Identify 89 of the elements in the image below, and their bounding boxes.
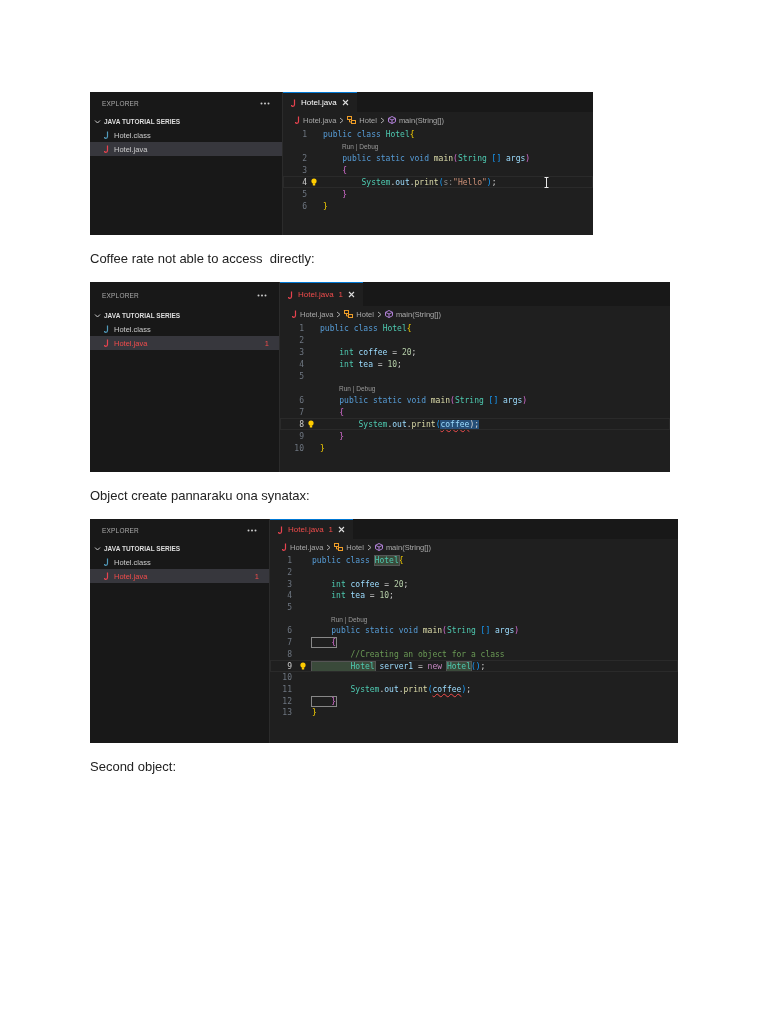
code-line: } (312, 696, 337, 706)
close-icon[interactable] (341, 99, 349, 106)
line-number: 12 (281, 696, 292, 706)
lightbulb-icon[interactable] (308, 420, 314, 428)
problem-count: 1 (328, 525, 334, 534)
line-number: 5 (286, 603, 292, 613)
line-number: 3 (298, 347, 304, 357)
line-number: 6 (298, 395, 304, 405)
line-number: 7 (286, 638, 292, 648)
code-line: int tea = 10; (338, 359, 402, 369)
line-number: 1 (286, 556, 292, 566)
caption-text: Second object: (90, 759, 177, 775)
line-number: 3 (286, 579, 292, 589)
line-number: 4 (301, 177, 307, 187)
code-line: } (312, 708, 317, 718)
caption-text: Object create pannaraku ona synatax: (90, 488, 311, 504)
line-number: 11 (281, 684, 292, 694)
more-icon[interactable] (247, 528, 257, 532)
code-line: public static void main(String [] args) (338, 395, 528, 405)
java-file-icon (288, 290, 293, 299)
class-icon (347, 116, 357, 124)
line-number: 2 (298, 335, 304, 345)
line-number: 3 (301, 165, 307, 175)
line-number: 8 (286, 649, 292, 659)
code-line: } (338, 431, 345, 441)
line-number: 10 (281, 673, 292, 683)
line-number: 2 (286, 568, 292, 578)
line-number: 6 (301, 201, 307, 211)
line-number: 5 (298, 371, 304, 381)
code-line: { (338, 407, 345, 417)
code-line: public static void main(String [] args) (341, 153, 531, 163)
editor-tab[interactable]: Hotel.java 1 (280, 282, 364, 306)
close-icon[interactable] (348, 291, 356, 298)
code-line: System.out.print(s:"Hello"); (360, 177, 497, 187)
java-file-icon (292, 310, 297, 318)
method-icon (384, 310, 393, 318)
line-number: 9 (298, 431, 304, 441)
code-line: int coffee = 20; (330, 579, 409, 589)
close-icon[interactable] (338, 526, 346, 533)
method-icon (387, 116, 396, 124)
line-number: 7 (298, 407, 304, 417)
code-line: { (312, 638, 337, 648)
chevron-icon (326, 543, 332, 551)
code-line: //Creating an object for a class (349, 649, 505, 659)
chevron-icon (339, 116, 345, 124)
line-number: 4 (286, 591, 292, 601)
code-line: public static void main(String [] args) (330, 626, 520, 636)
class-icon (344, 310, 354, 318)
more-icon[interactable] (260, 101, 270, 105)
code-line: Hotel server1 = new Hotel(); (312, 661, 486, 671)
line-number: 4 (298, 359, 304, 369)
code-line: public class Hotel{ (312, 556, 404, 566)
chevron-icon[interactable] (94, 544, 101, 552)
java-file-icon (295, 116, 300, 124)
code-line: } (320, 443, 325, 453)
editor-tab[interactable]: Hotel.java (283, 92, 357, 112)
code-line: { (341, 165, 348, 175)
chevron-icon (336, 310, 342, 318)
caption-text: Coffee rate not able to access directly: (90, 251, 316, 267)
code-line: int coffee = 20; (338, 347, 417, 357)
code-line: } (341, 189, 348, 199)
chevron-icon (379, 116, 385, 124)
code-line: } (323, 201, 328, 211)
code-line: int tea = 10; (330, 591, 394, 601)
chevron-icon (376, 310, 382, 318)
code-line: public class Hotel{ (320, 323, 412, 333)
line-number: 1 (298, 323, 304, 333)
line-number: 5 (301, 189, 307, 199)
chevron-icon[interactable] (94, 117, 101, 125)
code-line: System.out.print(coffee); (349, 684, 472, 694)
problem-count: 1 (338, 290, 344, 299)
chevron-icon[interactable] (94, 311, 101, 319)
line-number: 9 (286, 661, 292, 671)
method-icon (374, 543, 383, 551)
class-icon (334, 543, 344, 551)
line-number: 8 (298, 419, 304, 429)
editor-tab[interactable]: Hotel.java 1 (270, 519, 354, 539)
code-line: System.out.print(coffee); (357, 419, 479, 429)
lightbulb-icon[interactable] (300, 662, 306, 671)
lightbulb-icon[interactable] (311, 178, 317, 186)
java-file-icon (282, 543, 287, 551)
line-number: 2 (301, 153, 307, 163)
code-line: public class Hotel{ (323, 129, 415, 139)
line-number: 13 (281, 708, 292, 718)
line-number: 6 (286, 626, 292, 636)
line-number: 1 (301, 129, 307, 139)
line-number: 10 (293, 443, 304, 453)
more-icon[interactable] (257, 293, 267, 297)
chevron-icon (366, 543, 372, 551)
